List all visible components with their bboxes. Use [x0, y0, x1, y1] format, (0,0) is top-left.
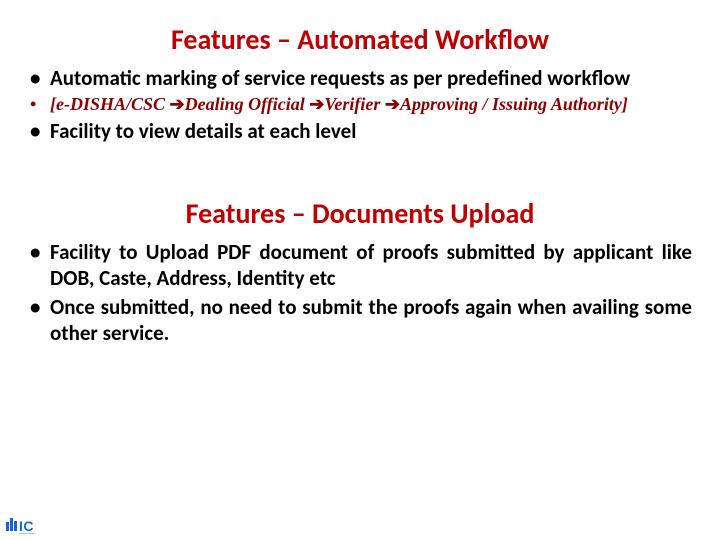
flow-step-1: e-DISHA/CSC — [56, 94, 170, 114]
nic-logo: IC — [6, 516, 44, 534]
body-documents: Facility to Upload PDF document of proof… — [0, 239, 720, 346]
bullet-list-workflow-2: Facility to view details at each level — [28, 118, 692, 144]
workflow-chain: [e-DISHA/CSC ➔Dealing Official ➔Verifier… — [28, 93, 692, 116]
flow-step-3: Verifier — [324, 94, 385, 114]
logo-bars-icon — [6, 517, 18, 536]
bullet-item: Facility to view details at each level — [28, 118, 692, 144]
flow-step-2: Dealing Official — [185, 94, 310, 114]
bracket-close: ] — [622, 94, 628, 114]
body-workflow: Automatic marking of service requests as… — [0, 65, 720, 144]
bullet-item: Automatic marking of service requests as… — [28, 65, 692, 91]
bullet-item: Facility to Upload PDF document of proof… — [28, 239, 692, 292]
heading-documents: Features – Documents Upload — [0, 146, 720, 239]
heading-workflow: Features – Automated Workflow — [0, 0, 720, 65]
bullet-item: Once submitted, no need to submit the pr… — [28, 294, 692, 347]
arrow-icon: ➔ — [309, 94, 324, 114]
bullet-list-workflow: Automatic marking of service requests as… — [28, 65, 692, 91]
bullet-list-documents: Facility to Upload PDF document of proof… — [28, 239, 692, 346]
slide: Features – Automated Workflow Automatic … — [0, 0, 720, 540]
arrow-icon: ➔ — [170, 94, 185, 114]
logo-text: IC — [19, 518, 34, 534]
arrow-icon: ➔ — [385, 94, 400, 114]
flow-step-4: Approving / Issuing Authority — [400, 94, 622, 114]
workflow-chain-list: [e-DISHA/CSC ➔Dealing Official ➔Verifier… — [28, 93, 692, 116]
